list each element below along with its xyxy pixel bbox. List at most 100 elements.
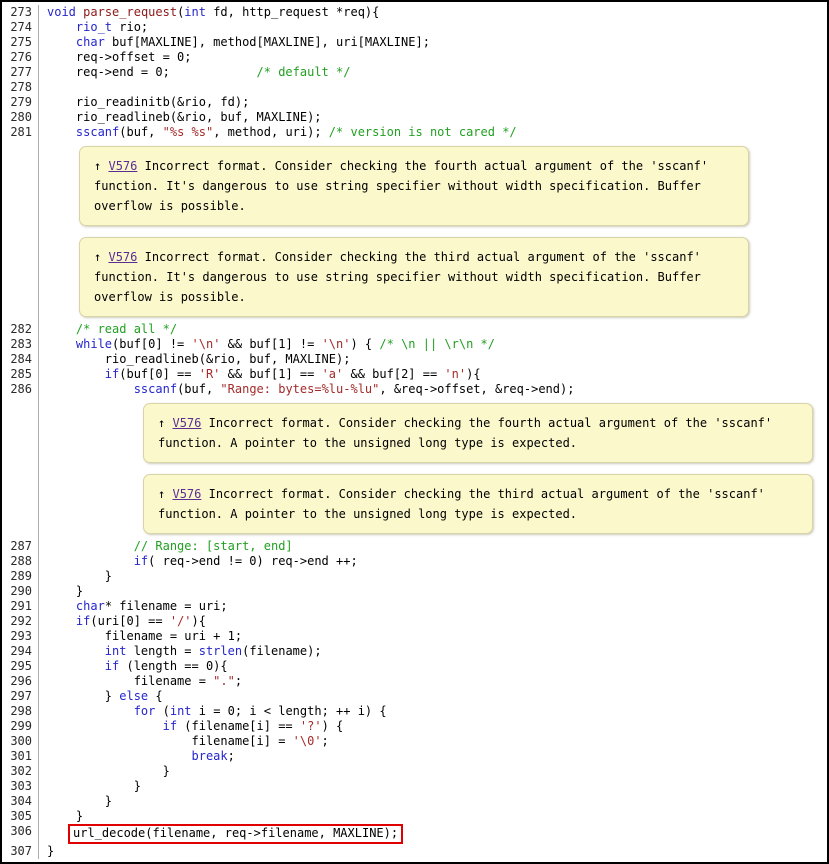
code-line: 300 filename[i] = '\0'; (2, 734, 827, 749)
line-number-empty (2, 140, 39, 231)
code-text: } (39, 844, 54, 859)
warning-cell: ↑ V576 Incorrect format. Consider checki… (39, 468, 827, 539)
warning-box: ↑ V576 Incorrect format. Consider checki… (143, 403, 813, 463)
line-number: 280 (2, 110, 39, 125)
line-number: 287 (2, 539, 39, 554)
error-highlight-box: url_decode(filename, req->filename, MAXL… (68, 824, 403, 844)
warning-box: ↑ V576 Incorrect format. Consider checki… (79, 146, 749, 226)
up-arrow-icon: ↑ (158, 487, 165, 501)
code-line: 306url_decode(filename, req->filename, M… (2, 824, 827, 844)
warning-text: Incorrect format. Consider checking the … (94, 250, 701, 304)
line-number: 307 (2, 844, 39, 859)
v576-link[interactable]: V576 (172, 416, 201, 430)
v576-link[interactable]: V576 (172, 487, 201, 501)
code-line: 279 rio_readinitb(&rio, fd); (2, 95, 827, 110)
line-number: 281 (2, 125, 39, 140)
warning-row: ↑ V576 Incorrect format. Consider checki… (2, 397, 827, 468)
line-number: 286 (2, 382, 39, 397)
code-line: 295 if (length == 0){ (2, 659, 827, 674)
code-line: 292 if(uri[0] == '/'){ (2, 614, 827, 629)
code-text: if( req->end != 0) req->end ++; (39, 554, 358, 569)
code-text: rio_t rio; (39, 20, 148, 35)
line-number: 294 (2, 644, 39, 659)
line-number: 299 (2, 719, 39, 734)
code-line: 298 for (int i = 0; i < length; ++ i) { (2, 704, 827, 719)
code-line: 290 } (2, 584, 827, 599)
code-line: 302 } (2, 764, 827, 779)
code-text: // Range: [start, end] (39, 539, 293, 554)
code-text: if(uri[0] == '/'){ (39, 614, 206, 629)
line-number: 300 (2, 734, 39, 749)
warning-cell: ↑ V576 Incorrect format. Consider checki… (39, 231, 827, 322)
code-text: } (39, 569, 112, 584)
up-arrow-icon: ↑ (94, 159, 101, 173)
code-text: } (39, 764, 170, 779)
code-line: 288 if( req->end != 0) req->end ++; (2, 554, 827, 569)
code-line: 297 } else { (2, 689, 827, 704)
line-number: 273 (2, 5, 39, 20)
code-line: 296 filename = "."; (2, 674, 827, 689)
code-line: 287 // Range: [start, end] (2, 539, 827, 554)
warning-box: ↑ V576 Incorrect format. Consider checki… (79, 237, 749, 317)
line-number: 290 (2, 584, 39, 599)
code-text: if (filename[i] == '?') { (39, 719, 343, 734)
code-line: 276 req->offset = 0; (2, 50, 827, 65)
line-number: 285 (2, 367, 39, 382)
code-text: filename = uri + 1; (39, 629, 242, 644)
warning-text: Incorrect format. Consider checking the … (158, 416, 772, 450)
warning-text: Incorrect format. Consider checking the … (158, 487, 765, 521)
line-number: 301 (2, 749, 39, 764)
v576-link[interactable]: V576 (108, 159, 137, 173)
code-text: } (39, 809, 83, 824)
code-line: 274 rio_t rio; (2, 20, 827, 35)
code-text: sscanf(buf, "%s %s", method, uri); /* ve… (39, 125, 517, 140)
code-text: void parse_request(int fd, http_request … (39, 5, 379, 20)
warning-cell: ↑ V576 Incorrect format. Consider checki… (39, 397, 827, 468)
line-number: 295 (2, 659, 39, 674)
code-line: 280 rio_readlineb(&rio, buf, MAXLINE); (2, 110, 827, 125)
code-line: 307} (2, 844, 827, 859)
code-line: 303 } (2, 779, 827, 794)
code-text: filename = "."; (39, 674, 242, 689)
code-line: 278 (2, 80, 827, 95)
code-text: char* filename = uri; (39, 599, 228, 614)
line-number: 274 (2, 20, 39, 35)
line-number: 279 (2, 95, 39, 110)
code-text: } else { (39, 689, 163, 704)
line-number: 304 (2, 794, 39, 809)
code-text: int length = strlen(filename); (39, 644, 322, 659)
code-text: url_decode(filename, req->filename, MAXL… (39, 824, 403, 844)
line-number: 302 (2, 764, 39, 779)
code-text: req->offset = 0; (39, 50, 192, 65)
code-line: 291 char* filename = uri; (2, 599, 827, 614)
code-text: for (int i = 0; i < length; ++ i) { (39, 704, 387, 719)
line-number: 289 (2, 569, 39, 584)
code-line: 299 if (filename[i] == '?') { (2, 719, 827, 734)
line-number: 277 (2, 65, 39, 80)
code-text: break; (39, 749, 235, 764)
code-text: } (39, 794, 112, 809)
code-text: } (39, 584, 83, 599)
code-text: rio_readlineb(&rio, buf, MAXLINE); (39, 110, 322, 125)
up-arrow-icon: ↑ (94, 250, 101, 264)
code-text: while(buf[0] != '\n' && buf[1] != '\n') … (39, 337, 495, 352)
code-line: 285 if(buf[0] == 'R' && buf[1] == 'a' &&… (2, 367, 827, 382)
code-text: } (39, 779, 141, 794)
code-line: 281 sscanf(buf, "%s %s", method, uri); /… (2, 125, 827, 140)
line-number: 296 (2, 674, 39, 689)
warning-row: ↑ V576 Incorrect format. Consider checki… (2, 231, 827, 322)
code-line: 283 while(buf[0] != '\n' && buf[1] != '\… (2, 337, 827, 352)
line-number: 298 (2, 704, 39, 719)
line-number-empty (2, 468, 39, 539)
line-number-empty (2, 397, 39, 468)
code-text: rio_readlineb(&rio, buf, MAXLINE); (39, 352, 350, 367)
code-text: req->end = 0; /* default */ (39, 65, 350, 80)
line-number: 283 (2, 337, 39, 352)
line-number: 276 (2, 50, 39, 65)
code-view: 273void parse_request(int fd, http_reque… (0, 0, 829, 864)
code-text: if(buf[0] == 'R' && buf[1] == 'a' && buf… (39, 367, 481, 382)
code-line: 304 } (2, 794, 827, 809)
v576-link[interactable]: V576 (108, 250, 137, 264)
warning-box: ↑ V576 Incorrect format. Consider checki… (143, 474, 813, 534)
line-number: 275 (2, 35, 39, 50)
